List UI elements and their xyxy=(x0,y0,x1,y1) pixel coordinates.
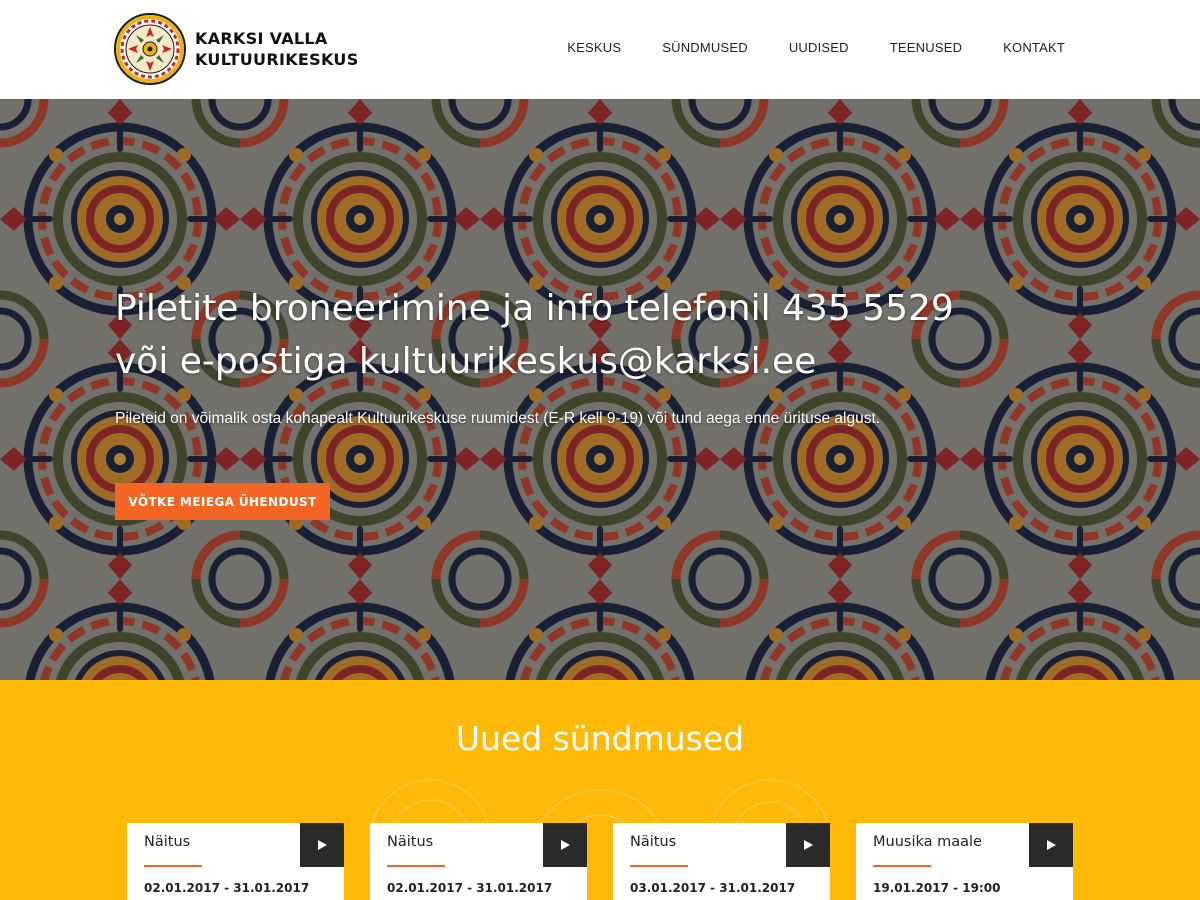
hero-section: Piletite broneerimine ja info telefonil … xyxy=(0,99,1200,680)
event-card-play-button[interactable] xyxy=(1029,823,1073,867)
event-cards: Näitus 02.01.2017 - 31.01.2017 Näitus 02… xyxy=(127,823,1073,900)
event-card-title: Näitus xyxy=(630,834,677,850)
events-title: Uued sündmused xyxy=(455,719,745,758)
event-card-date: 03.01.2017 - 31.01.2017 xyxy=(630,881,796,895)
logo-line-2: KULTUURIKESKUS xyxy=(195,50,359,69)
play-icon xyxy=(803,840,813,850)
event-card-underline xyxy=(387,865,445,867)
site-header: KARKSI VALLA KULTUURIKESKUS KESKUS SÜNDM… xyxy=(0,0,1200,99)
event-card-underline xyxy=(873,865,931,867)
event-card[interactable]: Näitus 03.01.2017 - 31.01.2017 xyxy=(613,823,830,900)
hero-title: Piletite broneerimine ja info telefonil … xyxy=(115,282,1095,388)
hero-content: Piletite broneerimine ja info telefonil … xyxy=(115,282,1095,520)
contact-us-button[interactable]: VÕTKE MEIEGA ÜHENDUST xyxy=(115,483,330,520)
logo-line-1: KARKSI VALLA xyxy=(195,29,328,48)
event-card-date: 02.01.2017 - 31.01.2017 xyxy=(387,881,553,895)
play-icon xyxy=(560,840,570,850)
event-card-underline xyxy=(630,865,688,867)
event-card-play-button[interactable] xyxy=(543,823,587,867)
event-card-title: Muusika maale xyxy=(873,834,982,850)
play-icon xyxy=(317,840,327,850)
events-section: Uued sündmused Näitus 02.01.2017 - 31.01… xyxy=(0,680,1200,900)
logo-emblem-icon xyxy=(114,13,186,85)
site-logo[interactable]: KARKSI VALLA KULTUURIKESKUS xyxy=(114,13,359,85)
hero-title-line-1: Piletite broneerimine ja info telefonil … xyxy=(115,288,954,329)
event-card-play-button[interactable] xyxy=(300,823,344,867)
nav-item-teenused[interactable]: TEENUSED xyxy=(890,40,962,55)
event-card-title: Näitus xyxy=(144,834,191,850)
hero-title-line-2: või e-postiga kultuurikeskus@karksi.ee xyxy=(115,341,817,382)
event-card-date: 19.01.2017 - 19:00 xyxy=(873,881,1001,895)
nav-item-uudised[interactable]: UUDISED xyxy=(789,40,849,55)
hero-subtitle: Pileteid on võimalik osta kohapealt Kult… xyxy=(115,410,881,427)
event-card[interactable]: Näitus 02.01.2017 - 31.01.2017 xyxy=(127,823,344,900)
nav-item-keskus[interactable]: KESKUS xyxy=(567,40,621,55)
logo-text: KARKSI VALLA KULTUURIKESKUS xyxy=(195,28,359,70)
event-card[interactable]: Näitus 02.01.2017 - 31.01.2017 xyxy=(370,823,587,900)
main-nav: KESKUS SÜNDMUSED UUDISED TEENUSED KONTAK… xyxy=(567,40,1065,55)
play-icon xyxy=(1046,840,1056,850)
nav-item-kontakt[interactable]: KONTAKT xyxy=(1003,40,1065,55)
event-card-title: Näitus xyxy=(387,834,434,850)
event-card-underline xyxy=(144,865,202,867)
event-card[interactable]: Muusika maale 19.01.2017 - 19:00 xyxy=(856,823,1073,900)
event-card-date: 02.01.2017 - 31.01.2017 xyxy=(144,881,310,895)
event-card-play-button[interactable] xyxy=(786,823,830,867)
nav-item-syndmused[interactable]: SÜNDMUSED xyxy=(662,40,748,55)
